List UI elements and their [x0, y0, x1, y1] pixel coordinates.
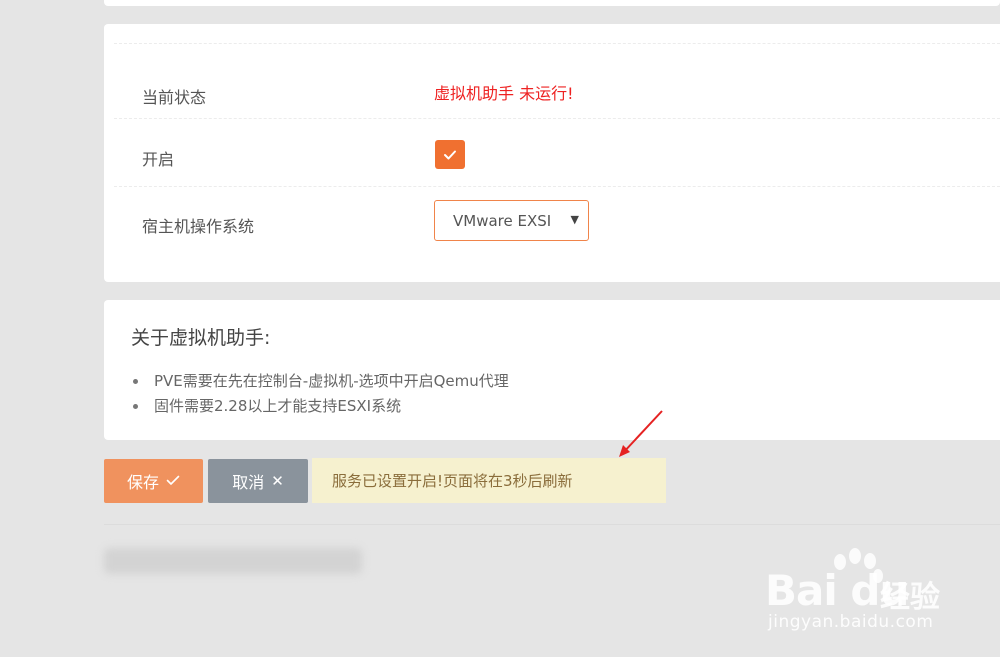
- list-item: 固件需要2.28以上才能支持ESXI系统: [131, 395, 509, 420]
- bullet-icon: [133, 404, 138, 409]
- save-button-label: 保存: [126, 473, 159, 492]
- enable-label: 开启: [142, 150, 175, 169]
- status-label: 当前状态: [142, 88, 207, 107]
- about-card: 关于虚拟机助手: PVE需要在先在控制台-虚拟机-选项中开启Qemu代理 固件需…: [104, 300, 1000, 440]
- close-icon: ✕: [271, 472, 284, 490]
- checkmark-icon: [166, 472, 180, 490]
- watermark-cn: 经验: [880, 580, 940, 615]
- status-value: 虚拟机助手 未运行!: [434, 84, 574, 103]
- status-notice: 服务已设置开启!页面将在3秒后刷新: [312, 458, 666, 503]
- enable-checkbox[interactable]: [435, 140, 465, 169]
- row-divider: [114, 43, 1000, 44]
- row-divider: [114, 118, 1000, 119]
- blurred-footer-text: [104, 548, 362, 574]
- checkmark-icon: [444, 150, 456, 159]
- save-button[interactable]: 保存: [104, 459, 203, 503]
- settings-card: 当前状态 虚拟机助手 未运行! 开启 宿主机操作系统 VMware EXSI ▼: [104, 24, 1000, 282]
- notice-text: 服务已设置开启!页面将在3秒后刷新: [332, 472, 573, 490]
- cancel-button[interactable]: 取消 ✕: [208, 459, 308, 503]
- bullet-icon: [133, 379, 138, 384]
- list-item: PVE需要在先在控制台-虚拟机-选项中开启Qemu代理: [131, 370, 509, 395]
- about-list: PVE需要在先在控制台-虚拟机-选项中开启Qemu代理 固件需要2.28以上才能…: [131, 370, 509, 420]
- host-os-label: 宿主机操作系统: [142, 217, 255, 236]
- cancel-button-label: 取消: [232, 473, 265, 492]
- host-os-select[interactable]: VMware EXSI ▼: [434, 200, 589, 241]
- list-item-text: 固件需要2.28以上才能支持ESXI系统: [154, 397, 402, 415]
- watermark-url: jingyan.baidu.com: [768, 612, 934, 632]
- caret-down-icon: ▼: [570, 213, 579, 226]
- baidu-paw-icon: [834, 548, 883, 583]
- about-title: 关于虚拟机助手:: [131, 327, 271, 349]
- footer-divider: [104, 524, 1000, 525]
- previous-card-edge: [104, 0, 1000, 6]
- row-divider: [114, 186, 1000, 187]
- list-item-text: PVE需要在先在控制台-虚拟机-选项中开启Qemu代理: [154, 372, 509, 390]
- host-os-selected-value: VMware EXSI: [453, 212, 552, 230]
- annotation-arrow-icon: [619, 410, 663, 457]
